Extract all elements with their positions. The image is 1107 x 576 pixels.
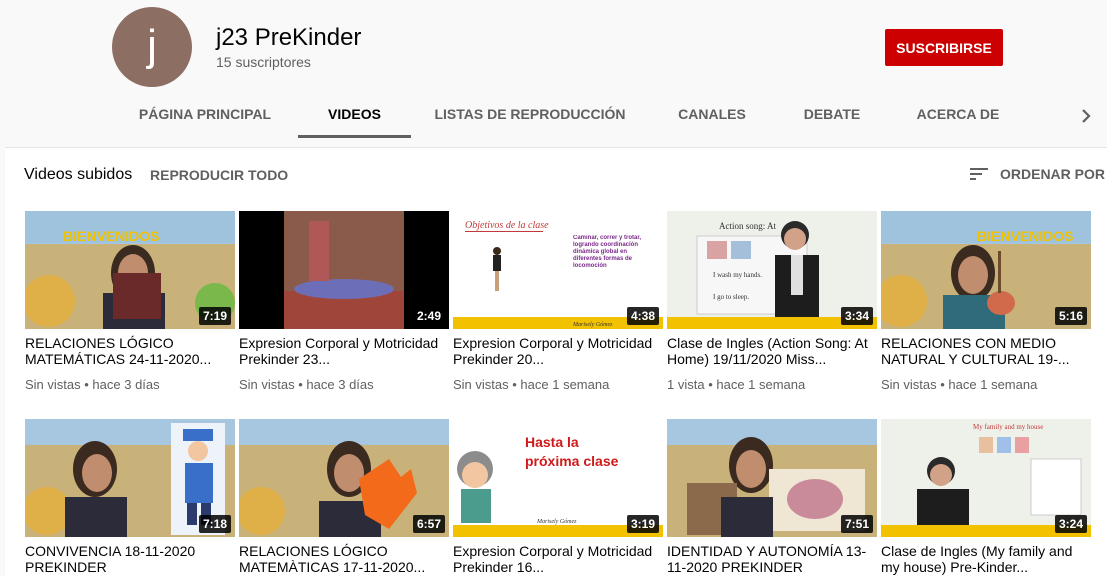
active-tab-indicator	[298, 135, 411, 138]
tab-about[interactable]: ACERCA DE	[906, 90, 1010, 138]
video-thumbnail[interactable]: Action song: At I wash my hands. I go to…	[667, 211, 877, 329]
thumb-signature: Marisely Gómez	[536, 519, 577, 525]
video-duration: 7:19	[198, 307, 231, 325]
sort-icon[interactable]	[968, 164, 990, 184]
video-title[interactable]: IDENTIDAD Y AUTONOMÍA 13-11-2020 PREKIND…	[667, 543, 873, 575]
video-thumbnail[interactable]: BIENVENIDOS 5:16	[881, 211, 1091, 329]
chevron-right-icon[interactable]	[1076, 106, 1096, 126]
video-duration: 6:57	[412, 515, 445, 533]
video-meta: Sin vistas • hace 3 días	[25, 377, 160, 392]
video-duration: 2:49	[412, 307, 445, 325]
section-title: Videos subidos	[24, 166, 133, 183]
subscriber-count: 15 suscriptores	[216, 54, 311, 70]
video-duration: 7:51	[840, 515, 873, 533]
thumb-line-2: I go to sleep.	[713, 293, 749, 301]
video-thumbnail[interactable]: Objetivos de la clase Caminar, correr y …	[453, 211, 663, 329]
thumb-line-1: I wash my hands.	[713, 271, 762, 279]
video-title[interactable]: RELACIONES CON MEDIO NATURAL Y CULTURAL …	[881, 335, 1087, 367]
video-meta: 1 vista • hace 1 semana	[667, 377, 806, 392]
thumb-heading: Objetivos de la clase	[465, 220, 549, 231]
tab-home[interactable]: PÁGINA PRINCIPAL	[132, 90, 278, 138]
video-duration: 7:18	[198, 515, 231, 533]
video-title[interactable]: Clase de Ingles (My family and my house)…	[881, 543, 1087, 575]
video-thumbnail[interactable]: 7:51	[667, 419, 877, 537]
view-count: Sin vistas	[239, 377, 295, 392]
play-all-button[interactable]: REPRODUCIR TODO	[150, 167, 288, 183]
upload-age: hace 1 semana	[948, 377, 1038, 392]
thumb-signature: Marisely Gómez	[572, 322, 613, 328]
tab-channels[interactable]: CANALES	[664, 90, 760, 138]
video-thumbnail[interactable]: Hasta la próxima clase Marisely Gómez 3:…	[453, 419, 663, 537]
video-meta: Sin vistas • hace 3 días	[239, 377, 374, 392]
thumb-banner-text: BIENVENIDOS	[977, 228, 1073, 244]
tab-videos[interactable]: VIDEOS	[298, 90, 411, 138]
video-thumbnail[interactable]: My family and my house 3:24	[881, 419, 1091, 537]
video-thumbnail[interactable]: BIENVENIDOS 7:19	[25, 211, 235, 329]
video-thumbnail[interactable]: 2:49	[239, 211, 449, 329]
video-duration: 3:19	[626, 515, 659, 533]
video-meta: Sin vistas • hace 1 semana	[881, 377, 1038, 392]
video-duration: 4:38	[626, 307, 659, 325]
video-title[interactable]: Expresion Corporal y Motricidad Prekinde…	[453, 543, 659, 575]
thumb-heading: Hasta la próxima clase	[525, 434, 619, 469]
video-title[interactable]: Clase de Ingles (Action Song: At Home) 1…	[667, 335, 873, 367]
video-title[interactable]: Expresion Corporal y Motricidad Prekinde…	[453, 335, 659, 367]
view-count: Sin vistas	[881, 377, 937, 392]
upload-age: hace 1 semana	[520, 377, 610, 392]
video-duration: 3:34	[840, 307, 873, 325]
video-duration: 3:24	[1054, 515, 1087, 533]
video-meta: Sin vistas • hace 1 semana	[453, 377, 610, 392]
video-thumbnail[interactable]: 6:57	[239, 419, 449, 537]
video-duration: 5:16	[1054, 307, 1087, 325]
tab-discussion[interactable]: DEBATE	[790, 90, 874, 138]
sort-button[interactable]: ORDENAR POR	[1000, 166, 1105, 182]
upload-age: hace 3 días	[306, 377, 374, 392]
view-count: 1 vista	[667, 377, 705, 392]
thumb-body-text: Caminar, correr y trotar, logrando coord…	[573, 235, 642, 269]
video-title[interactable]: CONVIVENCIA 18-11-2020 PREKINDER	[25, 543, 231, 575]
channel-name: j23 PreKinder	[216, 24, 362, 51]
thumb-heading: Action song: At	[719, 221, 777, 231]
thumb-banner-text: BIENVENIDOS	[63, 228, 159, 244]
thumb-heading: My family and my house	[973, 423, 1043, 431]
view-count: Sin vistas	[25, 377, 81, 392]
upload-age: hace 1 semana	[716, 377, 806, 392]
channel-tabs: PÁGINA PRINCIPAL VIDEOS LISTAS DE REPROD…	[0, 90, 1107, 138]
video-title[interactable]: RELACIONES LÓGICO MATEMÁTICAS 24-11-2020…	[25, 335, 231, 367]
subscribe-button[interactable]: SUSCRIBIRSE	[885, 29, 1003, 66]
tab-playlists[interactable]: LISTAS DE REPRODUCCIÓN	[432, 90, 628, 138]
upload-age: hace 3 días	[92, 377, 160, 392]
channel-avatar[interactable]: j	[112, 7, 192, 87]
video-title[interactable]: Expresion Corporal y Motricidad Prekinde…	[239, 335, 445, 367]
video-title[interactable]: RELACIONES LÓGICO MATEMÀTICAS 17-11-2020…	[239, 543, 445, 575]
view-count: Sin vistas	[453, 377, 509, 392]
video-thumbnail[interactable]: 7:18	[25, 419, 235, 537]
